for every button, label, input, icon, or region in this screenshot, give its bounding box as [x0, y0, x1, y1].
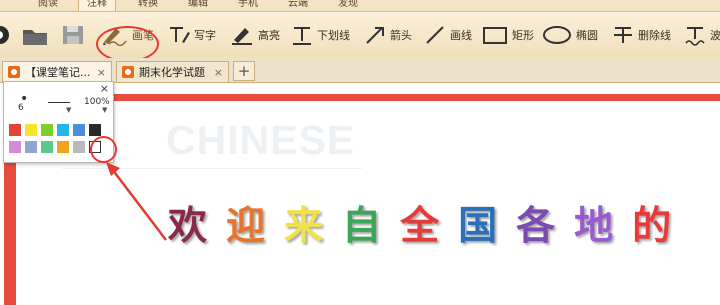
ellipse-tool-button[interactable]: 椭圆 [542, 12, 598, 58]
ellipse-tool-label: 椭圆 [576, 29, 598, 42]
doc-tab-chemistry[interactable]: 期末化学试题 × [116, 61, 229, 82]
menu-tab-edit[interactable]: 编辑 [180, 0, 216, 11]
welcome-char: 全 [400, 203, 440, 249]
color-swatch[interactable] [89, 124, 101, 136]
highlighter-icon [232, 28, 252, 45]
strikethrough-label: 删除线 [638, 29, 671, 42]
line-tool-button[interactable]: 画线 [424, 12, 472, 58]
arrow-tool-button[interactable]: 箭头 [364, 12, 412, 58]
write-text-label: 写字 [194, 29, 216, 42]
app-logo-icon [0, 12, 10, 58]
arrow-tool-label: 箭头 [390, 29, 412, 42]
draw-pen-button[interactable]: 画笔 [100, 12, 154, 58]
welcome-char: 迎 [226, 203, 266, 249]
color-swatch[interactable] [25, 141, 37, 153]
open-folder-button[interactable] [20, 12, 50, 58]
chevron-down-icon[interactable]: ▼ [102, 106, 107, 114]
pen-icon [103, 28, 127, 46]
wavy-line-icon [685, 27, 705, 46]
color-swatch[interactable] [73, 124, 85, 136]
welcome-char: 各 [516, 203, 556, 249]
stroke-size-selector[interactable]: • 6 [18, 92, 28, 114]
close-tab-icon[interactable]: × [97, 66, 106, 79]
color-swatch[interactable] [73, 141, 85, 153]
close-icon[interactable]: × [100, 82, 109, 95]
folder-icon [23, 30, 47, 45]
menu-tab-convert[interactable]: 转换 [130, 0, 166, 11]
menu-tab-annotate[interactable]: 注释 [78, 0, 116, 11]
menu-tab-mobile[interactable]: 手机 [230, 0, 266, 11]
draw-pen-label: 画笔 [132, 29, 154, 42]
menu-bar: 阅读 注释 转换 编辑 手机 云端 发现 [0, 0, 720, 12]
color-swatch[interactable] [57, 141, 69, 153]
doc-tab-title: 期末化学试题 [139, 66, 205, 79]
menu-tab-discover[interactable]: 发现 [330, 0, 366, 11]
underline-icon [293, 27, 311, 45]
menu-tab-read[interactable]: 阅读 [30, 0, 66, 11]
text-cursor-icon [170, 27, 190, 43]
wavy-line-label: 波 [710, 29, 720, 42]
welcome-char: 地 [574, 203, 614, 249]
color-swatch[interactable] [41, 124, 53, 136]
wavy-line-button[interactable]: 波 [684, 12, 720, 58]
line-tool-label: 画线 [450, 29, 472, 42]
save-button[interactable] [60, 12, 86, 58]
welcome-char: 欢 [168, 203, 208, 249]
color-swatch[interactable] [41, 141, 53, 153]
highlight-button[interactable]: 高亮 [230, 12, 280, 58]
save-icon [63, 26, 83, 44]
ellipse-icon [543, 26, 571, 44]
pdf-file-icon [122, 66, 134, 78]
strikethrough-icon [614, 27, 632, 43]
menu-tab-cloud[interactable]: 云端 [280, 0, 316, 11]
write-text-button[interactable]: 写字 [168, 12, 216, 58]
annotation-toolbar: 画笔 写字 高亮 下划线 箭头 画线 矩形 椭圆 删除线 波 [0, 12, 720, 62]
new-tab-button[interactable]: + [233, 61, 255, 81]
line-style-selector[interactable] [48, 102, 70, 103]
strikethrough-button[interactable]: 删除线 [612, 12, 671, 58]
document-tab-bar: 【课堂笔记... × 期末化学试题 × + [0, 58, 720, 83]
chevron-down-icon[interactable]: ▼ [66, 106, 71, 114]
close-tab-icon[interactable]: × [214, 66, 223, 79]
color-swatch[interactable] [25, 124, 37, 136]
arrow-icon [366, 27, 384, 44]
rectangle-tool-button[interactable]: 矩形 [482, 12, 534, 58]
welcome-char: 的 [632, 203, 672, 249]
highlight-label: 高亮 [258, 29, 280, 42]
watermark-text: CHINESE [166, 117, 356, 163]
welcome-char: 自 [342, 203, 382, 249]
underline-label: 下划线 [317, 29, 350, 42]
pdf-file-icon [8, 66, 20, 78]
color-swatch[interactable] [9, 141, 21, 153]
selected-color-highlight-circle [90, 136, 117, 163]
underline-button[interactable]: 下划线 [291, 12, 350, 58]
rectangle-icon [483, 27, 507, 44]
rectangle-tool-label: 矩形 [512, 29, 534, 42]
color-swatch[interactable] [9, 124, 21, 136]
color-swatch[interactable] [57, 124, 69, 136]
doc-tab-title: 【课堂笔记... [25, 66, 91, 79]
welcome-char: 来 [284, 203, 324, 249]
welcome-heading: 欢迎来自全国各地的 [168, 195, 671, 251]
line-icon [426, 26, 444, 44]
welcome-char: 国 [458, 203, 498, 249]
doc-tab-notes[interactable]: 【课堂笔记... × [2, 61, 112, 82]
divider [62, 168, 362, 169]
